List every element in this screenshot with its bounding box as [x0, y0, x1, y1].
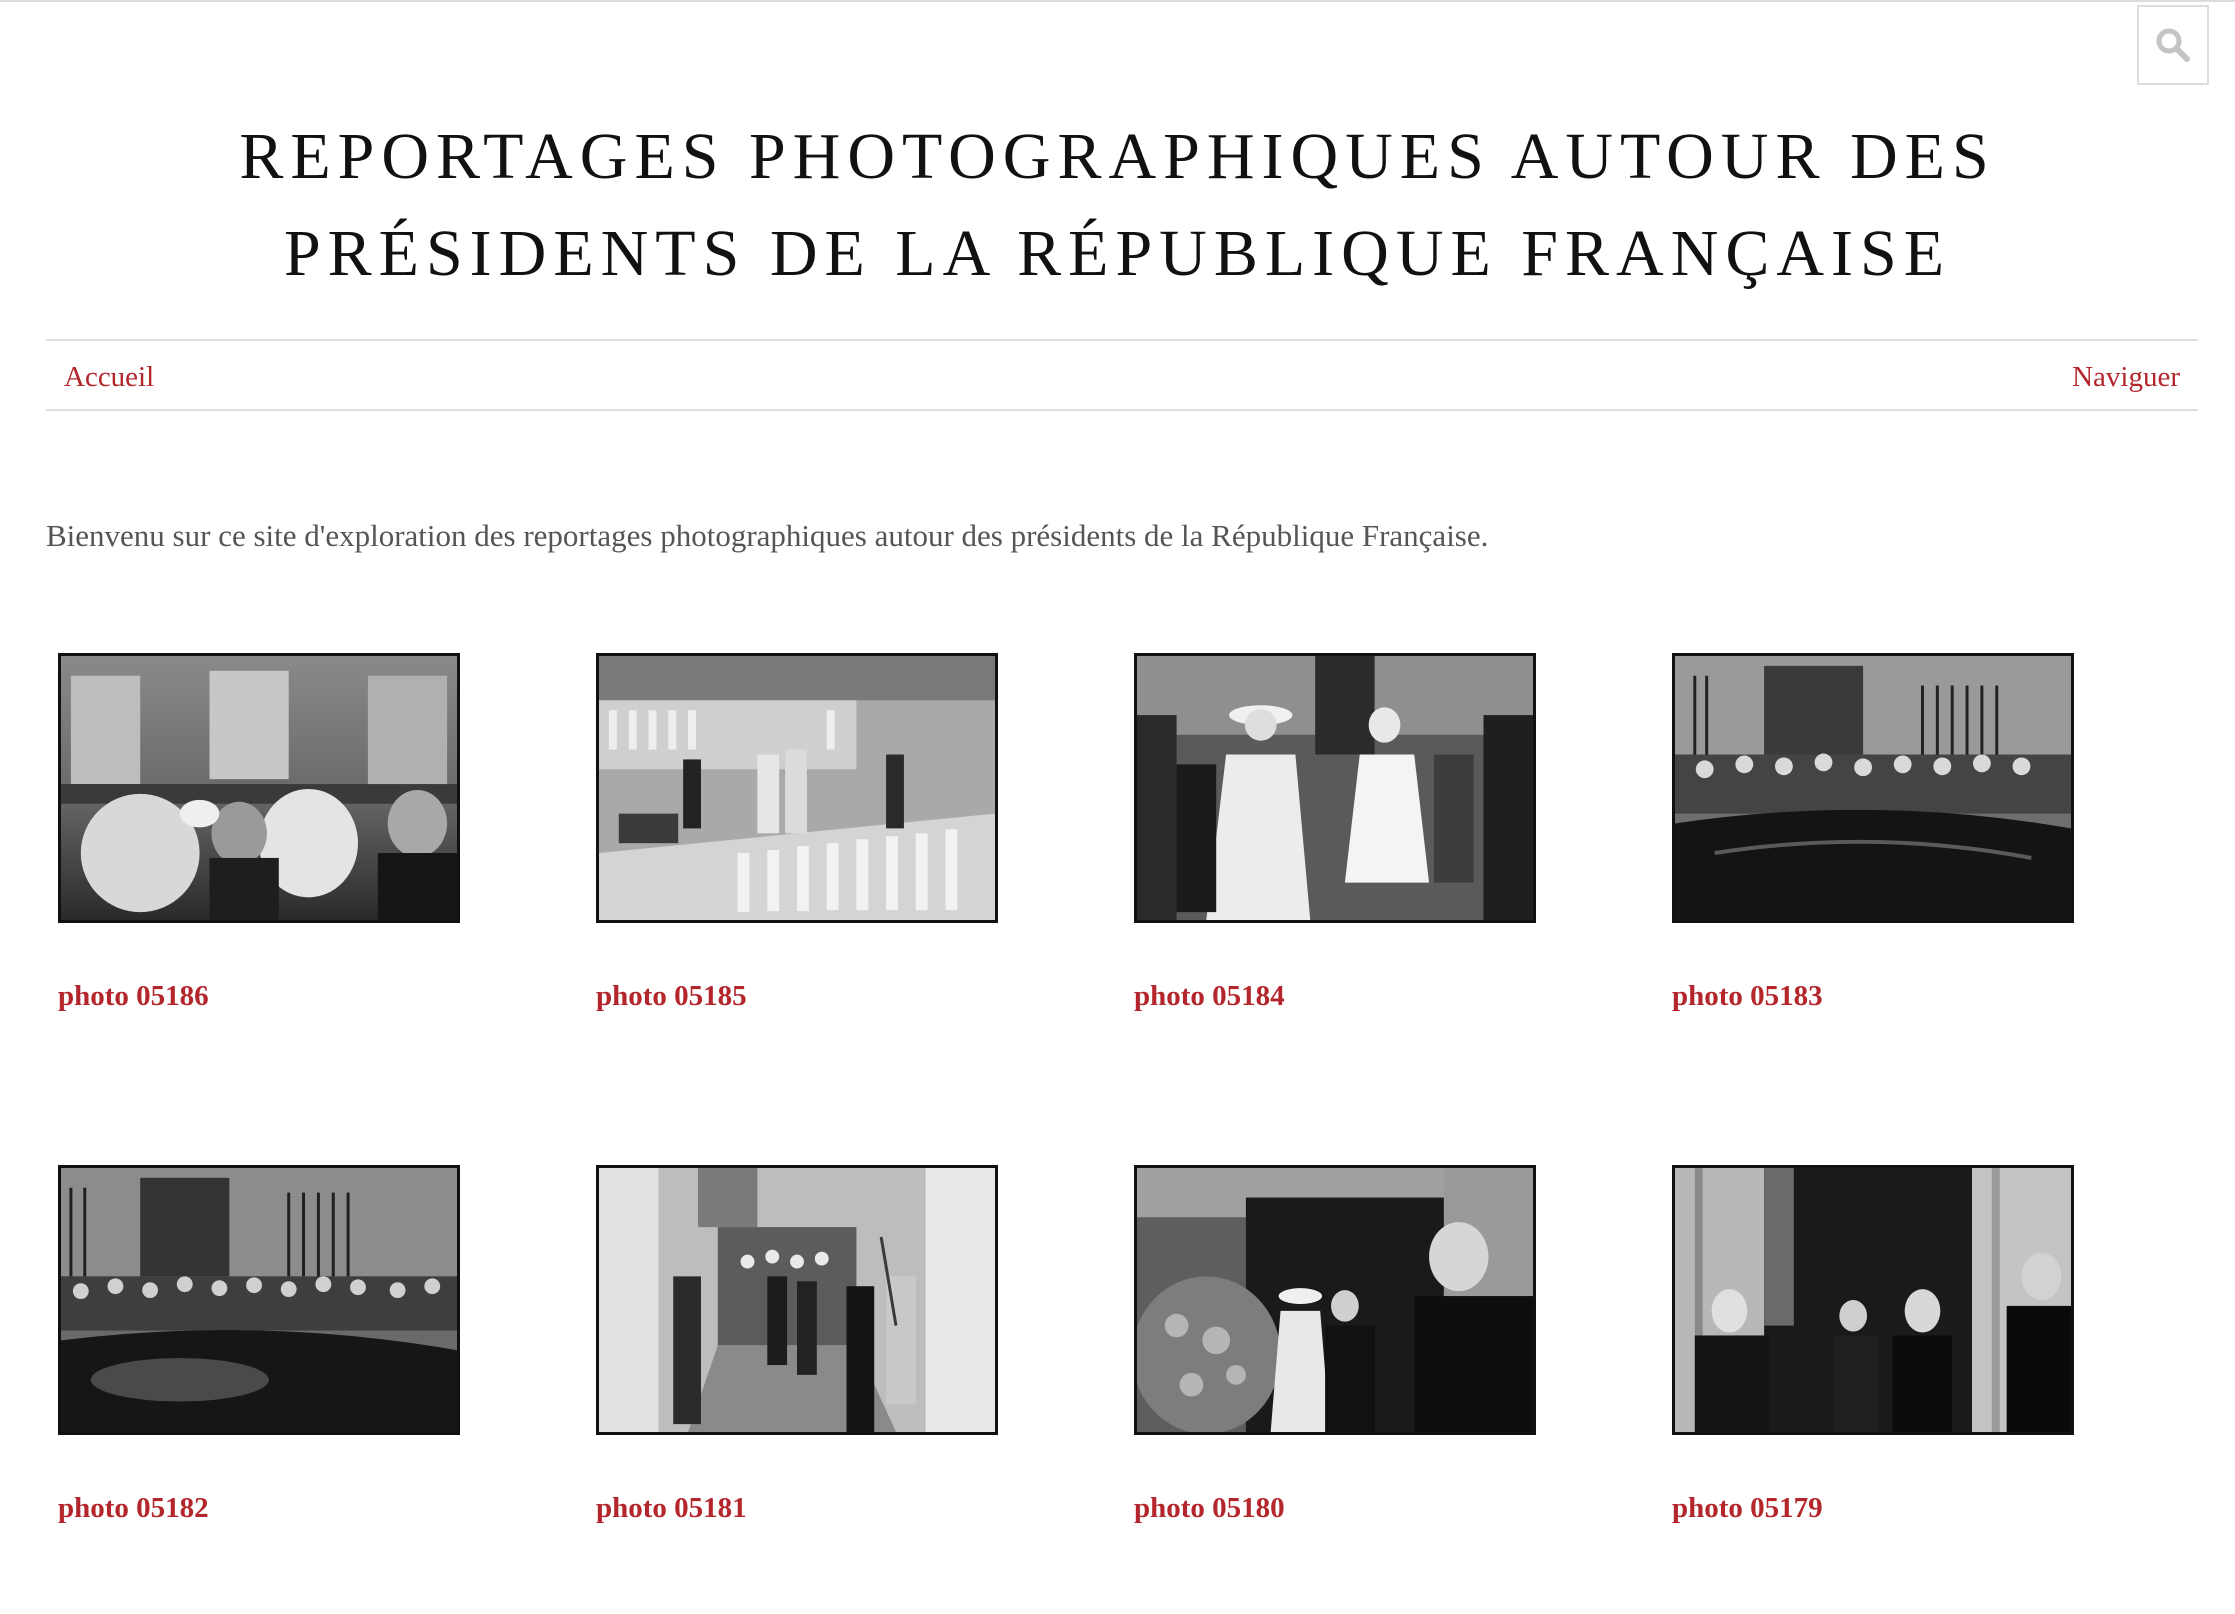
photo-thumbnail[interactable] — [596, 1165, 998, 1435]
photo-thumbnail[interactable] — [1672, 1165, 2074, 1435]
photo-caption-link[interactable]: photo 05185 — [596, 980, 747, 1013]
photo-thumbnail[interactable] — [58, 1165, 460, 1435]
gallery-item: photo 05181 — [596, 1165, 998, 1524]
gallery-item: photo 05180 — [1134, 1165, 1536, 1524]
photo-caption-link[interactable]: photo 05183 — [1672, 980, 1823, 1013]
gallery-item: photo 05182 — [58, 1165, 460, 1524]
photo-thumbnail[interactable] — [1134, 1165, 1536, 1435]
photo-thumbnail[interactable] — [596, 653, 998, 923]
photo-caption-link[interactable]: photo 05180 — [1134, 1492, 1285, 1525]
gallery-item: photo 05179 — [1672, 1165, 2074, 1524]
photo-thumbnail[interactable] — [58, 653, 460, 923]
photo-thumbnail[interactable] — [1134, 653, 1536, 923]
photo-caption-link[interactable]: photo 05186 — [58, 980, 209, 1013]
photo-caption-link[interactable]: photo 05181 — [596, 1492, 747, 1525]
gallery-item: photo 05186 — [58, 653, 460, 1012]
photo-thumbnail[interactable] — [1672, 653, 2074, 923]
photo-caption-link[interactable]: photo 05184 — [1134, 980, 1285, 1013]
photo-caption-link[interactable]: photo 05182 — [58, 1492, 209, 1525]
photo-gallery: photo 05186 photo 05185 photo 05184 phot… — [0, 0, 2235, 1614]
gallery-item: photo 05183 — [1672, 653, 2074, 1012]
gallery-item: photo 05184 — [1134, 653, 1536, 1012]
photo-caption-link[interactable]: photo 05179 — [1672, 1492, 1823, 1525]
gallery-item: photo 05185 — [596, 653, 998, 1012]
